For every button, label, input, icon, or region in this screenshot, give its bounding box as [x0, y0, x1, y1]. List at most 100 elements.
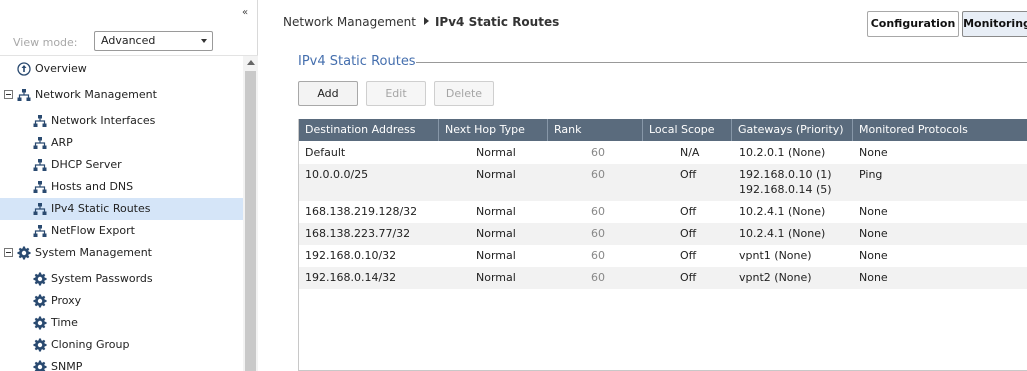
table-row[interactable]: 192.168.0.10/32 Normal 60 Off vpnt1 (Non… [299, 245, 1027, 267]
column-header-rank[interactable]: Rank [548, 119, 643, 141]
cell-local-scope: Off [680, 227, 697, 240]
table-row[interactable]: 168.138.223.77/32 Normal 60 Off 10.2.4.1… [299, 223, 1027, 245]
sidebar-item-label: ARP [51, 136, 73, 149]
sidebar-item-label: Hosts and DNS [51, 180, 134, 193]
network-icon [33, 225, 47, 237]
cell-destination: 192.168.0.10/32 [305, 249, 397, 262]
breadcrumb-arrow-icon [423, 17, 429, 25]
cell-gateway: 192.168.0.10 (1) [739, 168, 832, 181]
sidebar-item-snmp[interactable]: SNMP [0, 356, 243, 371]
network-icon [33, 115, 47, 127]
table-row[interactable]: 10.0.0.0/25 Normal 60 Off 192.168.0.10 (… [299, 164, 1027, 201]
table-row[interactable]: 168.138.219.128/32 Normal 60 Off 10.2.4.… [299, 201, 1027, 223]
sidebar-item-overview[interactable]: Overview [0, 58, 243, 80]
scroll-thumb[interactable] [245, 71, 256, 371]
sidebar-item-network-management[interactable]: Network Management [0, 84, 243, 106]
cell-rank: 60 [591, 168, 605, 181]
sidebar-item-ipv4-static-routes[interactable]: IPv4 Static Routes [0, 198, 243, 220]
cell-monitored-protocols: None [859, 146, 888, 159]
view-mode-select[interactable]: Advanced [94, 31, 213, 51]
breadcrumb-current: IPv4 Static Routes [434, 15, 560, 29]
add-button[interactable]: Add [298, 81, 358, 106]
cell-local-scope: Off [680, 205, 697, 218]
cell-monitored-protocols: None [859, 205, 888, 218]
breadcrumb-parent[interactable]: Network Management [283, 15, 416, 29]
cell-rank: 60 [591, 146, 605, 159]
tab-monitoring[interactable]: Monitoring [962, 11, 1027, 37]
sidebar-item-hosts-and-dns[interactable]: Hosts and DNS [0, 176, 243, 198]
column-header-destination[interactable]: Destination Address [299, 119, 439, 141]
view-mode-value: Advanced [101, 34, 156, 47]
network-icon [17, 89, 31, 101]
view-mode-label: View mode: [13, 36, 78, 49]
sidebar-item-netflow-export[interactable]: NetFlow Export [0, 220, 243, 242]
network-icon [33, 137, 47, 149]
cell-destination: 168.138.223.77/32 [305, 227, 411, 240]
cell-destination: Default [305, 146, 346, 159]
edit-button[interactable]: Edit [366, 81, 426, 106]
cell-monitored-protocols: Ping [859, 168, 883, 181]
gear-icon [33, 294, 47, 308]
sidebar-item-time[interactable]: Time [0, 312, 243, 334]
tab-configuration[interactable]: Configuration [867, 11, 959, 37]
cell-local-scope: Off [680, 271, 697, 284]
column-header-gateways[interactable]: Gateways (Priority) [732, 119, 853, 141]
cell-monitored-protocols: None [859, 271, 888, 284]
column-header-monitored-protocols[interactable]: Monitored Protocols [853, 119, 1027, 141]
cell-gateway: 10.2.0.1 (None) [739, 146, 826, 159]
sidebar-item-label: SNMP [51, 360, 83, 371]
cell-rank: 60 [591, 205, 605, 218]
chevron-down-icon [201, 39, 207, 43]
collapse-toggle-icon[interactable] [4, 90, 13, 99]
sidebar-item-cloning-group[interactable]: Cloning Group [0, 334, 243, 356]
gear-icon [33, 360, 47, 371]
cell-destination: 168.138.219.128/32 [305, 205, 418, 218]
gear-icon [33, 272, 47, 286]
cell-rank: 60 [591, 249, 605, 262]
column-header-next-hop-type[interactable]: Next Hop Type [439, 119, 548, 141]
cell-destination: 192.168.0.14/32 [305, 271, 397, 284]
delete-button[interactable]: Delete [434, 81, 494, 106]
sidebar-item-label: IPv4 Static Routes [51, 202, 151, 215]
column-header-local-scope[interactable]: Local Scope [643, 119, 732, 141]
network-icon [33, 159, 47, 171]
sidebar: « View mode: Advanced Overview Network M… [0, 0, 258, 371]
cell-gateway: 10.2.4.1 (None) [739, 227, 826, 240]
collapse-sidebar-icon[interactable]: « [242, 7, 248, 18]
sidebar-item-system-management[interactable]: System Management [0, 242, 243, 264]
sidebar-item-dhcp-server[interactable]: DHCP Server [0, 154, 243, 176]
sidebar-item-label: System Passwords [51, 272, 153, 285]
sidebar-item-label: Network Management [35, 88, 157, 101]
sidebar-item-network-interfaces[interactable]: Network Interfaces [0, 110, 243, 132]
routes-table: Destination Address Next Hop Type Rank L… [298, 119, 1027, 371]
network-icon [33, 203, 47, 215]
cell-gateway-secondary: 192.168.0.14 (5) [739, 183, 832, 196]
sidebar-item-label: NetFlow Export [51, 224, 135, 237]
sidebar-item-system-passwords[interactable]: System Passwords [0, 268, 243, 290]
cell-next-hop-type: Normal [476, 227, 516, 240]
cell-next-hop-type: Normal [476, 146, 516, 159]
gear-icon [17, 246, 31, 260]
cell-rank: 60 [591, 271, 605, 284]
nav-tree: Overview Network Management Network Inte… [0, 58, 243, 371]
cell-local-scope: N/A [680, 146, 700, 159]
table-header: Destination Address Next Hop Type Rank L… [299, 119, 1027, 141]
table-row[interactable]: 192.168.0.14/32 Normal 60 Off vpnt2 (Non… [299, 267, 1027, 289]
table-row[interactable]: Default Normal 60 N/A 10.2.0.1 (None) No… [299, 142, 1027, 164]
scroll-up-icon[interactable] [247, 60, 255, 65]
divider [0, 55, 258, 56]
sidebar-item-label: Overview [35, 62, 87, 75]
sidebar-item-label: DHCP Server [51, 158, 122, 171]
cell-next-hop-type: Normal [476, 271, 516, 284]
sidebar-item-label: Proxy [51, 294, 82, 307]
sidebar-item-arp[interactable]: ARP [0, 132, 243, 154]
section-divider [416, 62, 1027, 63]
sidebar-item-label: Network Interfaces [51, 114, 156, 127]
cell-next-hop-type: Normal [476, 205, 516, 218]
cell-next-hop-type: Normal [476, 168, 516, 181]
section-title: IPv4 Static Routes [298, 54, 416, 69]
collapse-toggle-icon[interactable] [4, 248, 13, 257]
gear-icon [33, 316, 47, 330]
sidebar-item-proxy[interactable]: Proxy [0, 290, 243, 312]
sidebar-scrollbar[interactable] [243, 56, 258, 371]
